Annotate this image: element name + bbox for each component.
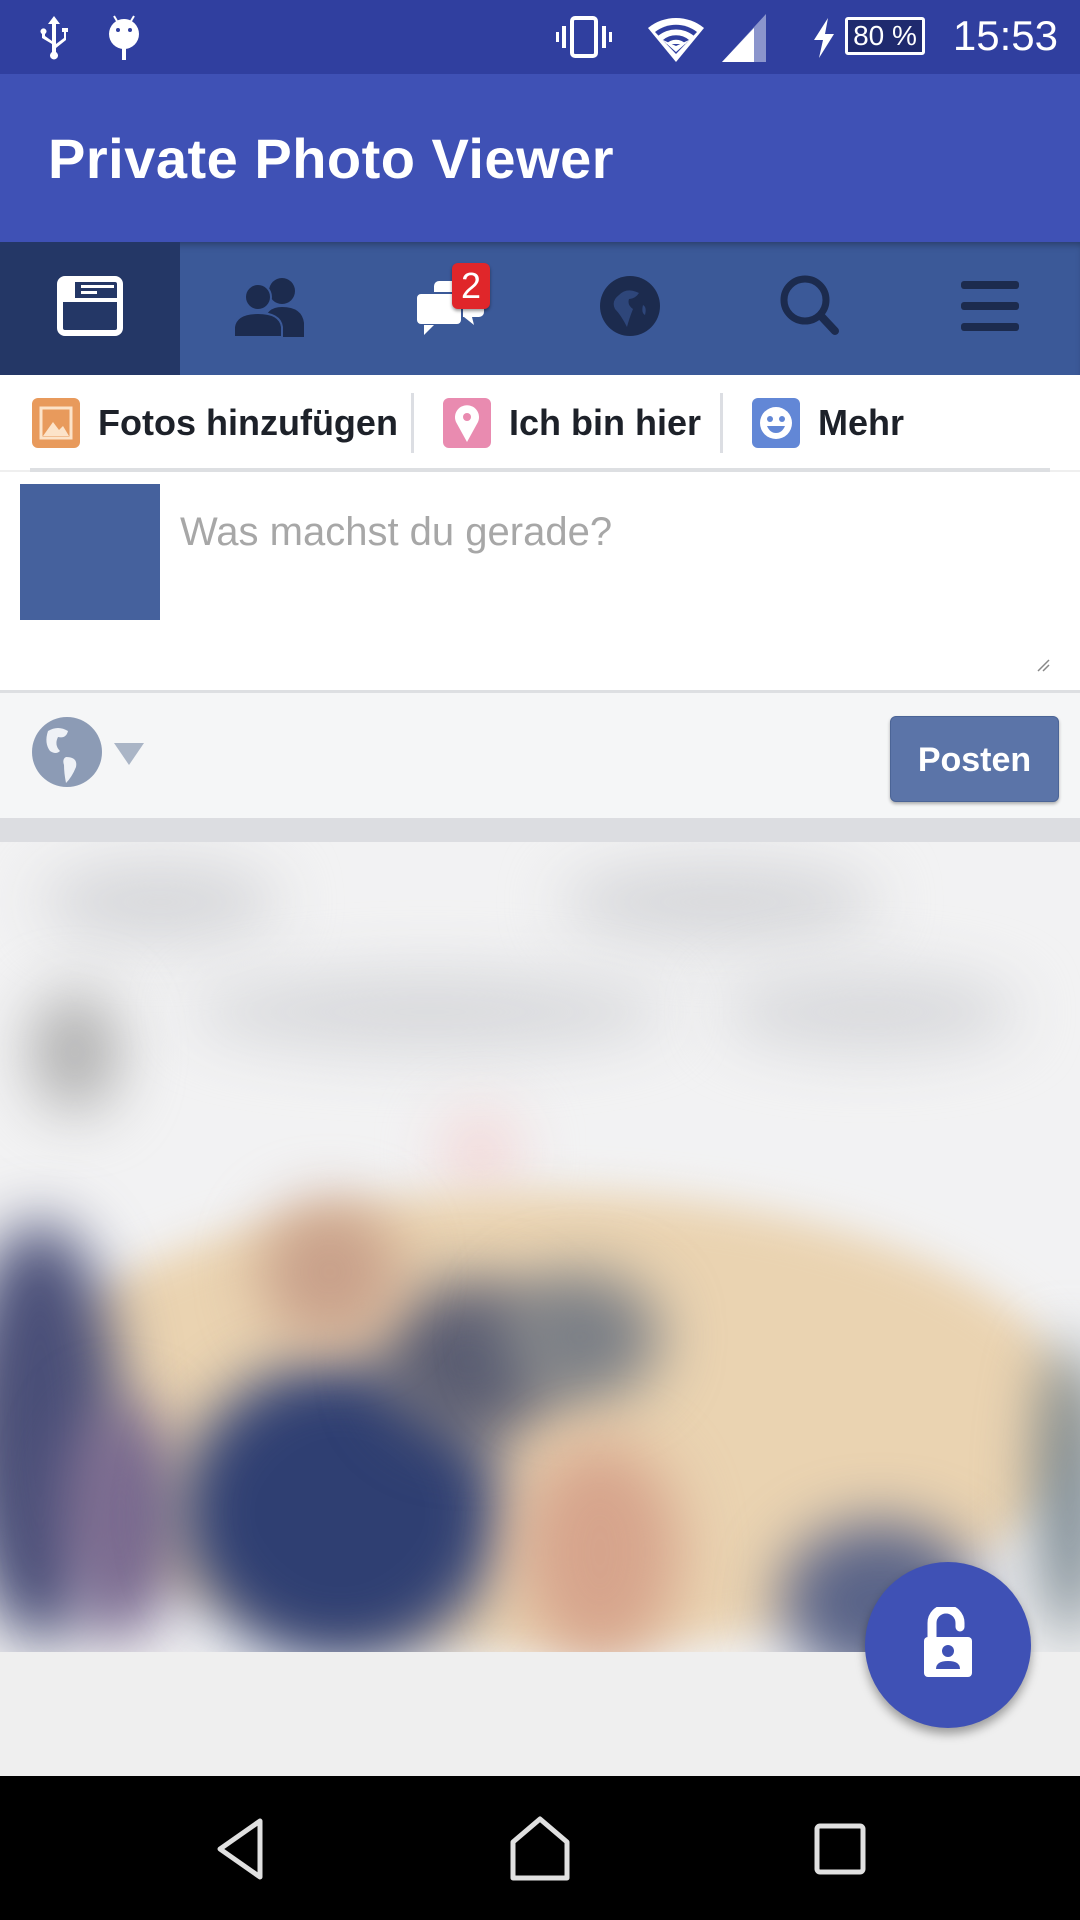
- android-debug-icon: [106, 14, 142, 65]
- add-photos-label: Fotos hinzufügen: [98, 402, 398, 443]
- app-title: Private Photo Viewer: [48, 127, 615, 190]
- messages-badge: 2: [452, 263, 490, 309]
- battery-indicator: 80 %: [845, 17, 925, 55]
- unlock-person-icon: [922, 1604, 974, 1684]
- status-bar: 80 % 15:53: [0, 0, 1080, 74]
- tab-bar: [0, 242, 1080, 375]
- composer-actions: Fotos hinzufügen Ich bin hier Mehr: [0, 375, 1080, 470]
- tab-notifications[interactable]: [540, 242, 720, 375]
- section-separator: [0, 818, 1080, 842]
- recents-button[interactable]: [795, 1806, 885, 1896]
- tab-messages[interactable]: [360, 242, 540, 375]
- home-button[interactable]: [495, 1806, 585, 1896]
- clock: 15:53: [952, 12, 1058, 59]
- add-photos-button[interactable]: Fotos hinzufügen: [32, 397, 398, 449]
- tab-search[interactable]: [720, 242, 900, 375]
- tab-news-feed[interactable]: [0, 242, 180, 375]
- globe-public-icon: [30, 717, 104, 793]
- blurred-feed-content: [0, 842, 1080, 1652]
- post-button[interactable]: Posten: [890, 716, 1059, 802]
- app-bar: Private Photo Viewer: [0, 74, 1080, 242]
- home-icon: [509, 1816, 571, 1887]
- check-in-label: Ich bin hier: [509, 402, 702, 443]
- more-label: Mehr: [818, 402, 905, 443]
- resize-handle-icon[interactable]: [1036, 658, 1050, 677]
- wifi-icon: [646, 14, 706, 69]
- charging-icon: [812, 18, 836, 63]
- usb-icon: [36, 14, 72, 65]
- avatar: [20, 484, 160, 620]
- status-input[interactable]: [0, 472, 1080, 690]
- system-nav-bar: [0, 1776, 1080, 1920]
- tab-menu[interactable]: [900, 242, 1080, 375]
- post-row: Posten: [0, 690, 1080, 818]
- tab-friends[interactable]: [180, 242, 360, 375]
- photo-icon: [32, 398, 80, 448]
- search-icon: [779, 274, 841, 343]
- news-feed-icon: [57, 276, 123, 341]
- divider: [411, 393, 414, 453]
- friends-icon: [232, 275, 308, 342]
- status-input-placeholder: Was machst du gerade?: [180, 510, 613, 554]
- globe-icon: [599, 275, 661, 342]
- location-pin-icon: [443, 398, 491, 448]
- divider: [720, 393, 723, 453]
- audience-selector[interactable]: [30, 715, 144, 794]
- unlock-fab-button[interactable]: [865, 1562, 1031, 1728]
- more-button[interactable]: Mehr: [752, 397, 904, 449]
- cell-signal-icon: [722, 14, 770, 67]
- menu-icon: [959, 279, 1021, 338]
- recents-icon: [814, 1823, 866, 1880]
- check-in-button[interactable]: Ich bin hier: [443, 397, 701, 449]
- back-icon: [214, 1817, 270, 1886]
- back-button[interactable]: [197, 1806, 287, 1896]
- chevron-down-icon: [114, 743, 144, 770]
- smiley-icon: [752, 398, 800, 448]
- vibrate-icon: [556, 14, 612, 65]
